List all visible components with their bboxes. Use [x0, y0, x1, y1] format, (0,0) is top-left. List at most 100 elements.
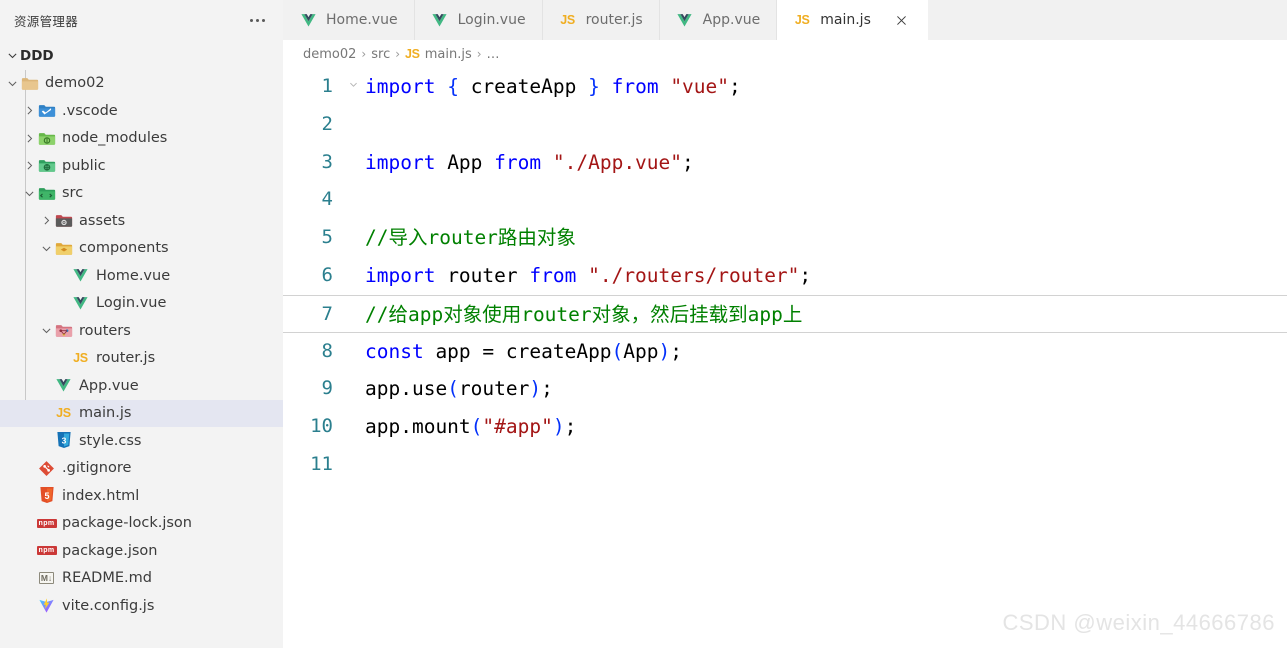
tree-row-assets[interactable]: assets	[0, 207, 283, 235]
editor-tab-home-vue[interactable]: Home.vue	[283, 0, 415, 40]
code-line-7[interactable]: 7 //给app对象使用router对象，然后挂载到app上	[283, 294, 1287, 333]
vue-icon	[431, 11, 449, 29]
chevron-right-icon[interactable]	[21, 158, 37, 174]
tree-row-workspace-root[interactable]: DDD	[0, 42, 283, 70]
chevron-down-icon[interactable]	[38, 323, 54, 339]
git-icon	[37, 459, 56, 478]
tree-row-label: demo02	[45, 75, 105, 92]
code-text: const app = createApp(App);	[365, 339, 683, 363]
tree-row-login-vue[interactable]: Login.vue	[0, 290, 283, 318]
breadcrumb-item-mainjs[interactable]: JS main.js	[405, 47, 472, 62]
tree-root-label: DDD	[20, 47, 54, 64]
chevron-down-icon[interactable]	[38, 240, 54, 256]
tree-row-label: package-lock.json	[62, 515, 192, 532]
tree-row--vscode[interactable]: .vscode	[0, 97, 283, 125]
tree-row-label: style.css	[79, 432, 142, 449]
code-line-9[interactable]: 9 app.use(router);	[283, 370, 1287, 408]
code-text: //导入router路由对象	[365, 226, 576, 250]
breadcrumb-item-src[interactable]: src	[371, 47, 390, 62]
tree-row-router-js[interactable]: JS router.js	[0, 345, 283, 373]
breadcrumb-separator-icon: ›	[476, 47, 482, 61]
chevron-right-icon[interactable]	[21, 103, 37, 119]
tree-row--gitignore[interactable]: .gitignore	[0, 455, 283, 483]
breadcrumb-label: demo02	[303, 46, 357, 62]
code-line-1[interactable]: 1 import { createApp } from "vue";	[283, 68, 1287, 106]
tab-bar-empty-space	[928, 0, 1287, 40]
chevron-down-icon[interactable]	[4, 48, 20, 64]
tree-row-readme-md[interactable]: M↓ README.md	[0, 565, 283, 593]
tree-row-label: node_modules	[62, 130, 168, 147]
tree-row-index-html[interactable]: 5 index.html	[0, 482, 283, 510]
chevron-right-icon[interactable]	[38, 213, 54, 229]
tree-row-label: package.json	[62, 542, 158, 559]
tree-row-routers[interactable]: routers	[0, 317, 283, 345]
vue-icon	[299, 11, 317, 29]
tree-row-label: components	[79, 240, 169, 257]
fold-chevron-down-icon[interactable]	[345, 68, 361, 90]
tree-row-src[interactable]: src	[0, 180, 283, 208]
line-number: 6	[321, 263, 333, 286]
routers-folder-icon	[54, 321, 73, 340]
tree-row-label: Login.vue	[96, 295, 167, 312]
csdn-watermark: CSDN @weixin_44666786	[1002, 610, 1275, 635]
code-line-2[interactable]: 2	[283, 106, 1287, 144]
vscode-folder-icon	[37, 101, 56, 120]
editor-tab-label: Login.vue	[457, 12, 526, 28]
chevron-down-icon[interactable]	[4, 75, 20, 91]
chevron-right-icon[interactable]	[21, 130, 37, 146]
editor-tab-router-js[interactable]: JS router.js	[543, 0, 660, 40]
breadcrumb: demo02 › src › JS main.js › …	[283, 40, 1287, 68]
code-line-11[interactable]: 11	[283, 446, 1287, 484]
chevron-down-icon[interactable]	[21, 185, 37, 201]
code-line-3[interactable]: 3 import App from "./App.vue";	[283, 144, 1287, 182]
vue-icon	[71, 294, 90, 313]
tree-row-package-lock-json[interactable]: npm package-lock.json	[0, 510, 283, 538]
line-number: 9	[321, 377, 333, 400]
tree-row-label: README.md	[62, 570, 152, 587]
tree-row-style-css[interactable]: 3 style.css	[0, 427, 283, 455]
tree-row-demo02[interactable]: demo02	[0, 70, 283, 98]
code-line-6[interactable]: 6 import router from "./routers/router";	[283, 257, 1287, 295]
tree-row-label: Home.vue	[96, 267, 171, 284]
close-icon[interactable]	[892, 10, 912, 30]
vite-icon	[37, 596, 56, 615]
line-number: 3	[321, 150, 333, 173]
tree-row-vite-config-js[interactable]: vite.config.js	[0, 592, 283, 620]
tree-row-app-vue[interactable]: App.vue	[0, 372, 283, 400]
breadcrumb-separator-icon: ›	[361, 47, 367, 61]
line-number: 4	[321, 188, 333, 211]
code-editor[interactable]: 1 import { createApp } from "vue"; 2 3 impor…	[283, 68, 1287, 648]
tree-row-home-vue[interactable]: Home.vue	[0, 262, 283, 290]
editor-tab-bar: Home.vue Login.vue JS router.js App.vue JS mai…	[283, 0, 1287, 40]
code-line-10[interactable]: 10 app.mount("#app");	[283, 408, 1287, 446]
code-text: app.mount("#app");	[365, 415, 577, 439]
svg-text:5: 5	[44, 491, 49, 501]
npm-icon: npm	[36, 546, 57, 556]
tree-row-public[interactable]: public	[0, 152, 283, 180]
editor-tab-login-vue[interactable]: Login.vue	[415, 0, 543, 40]
editor-tab-main-js[interactable]: JS main.js	[777, 0, 929, 40]
js-icon: JS	[794, 13, 810, 27]
tree-row-components[interactable]: components	[0, 235, 283, 263]
tree-row-main-js[interactable]: JS main.js	[0, 399, 283, 427]
vue-icon	[54, 376, 73, 395]
explorer-more-actions-icon[interactable]	[246, 15, 269, 26]
file-tree: DDD demo02 .vscode node_modulespublic src as…	[0, 40, 283, 620]
tree-row-package-json[interactable]: npm package.json	[0, 537, 283, 565]
js-icon: JS	[560, 13, 575, 27]
breadcrumb-item-overflow[interactable]: …	[487, 47, 500, 62]
css-icon: 3	[54, 431, 73, 450]
code-line-4[interactable]: 4	[283, 181, 1287, 219]
tree-row-node-modules[interactable]: node_modules	[0, 125, 283, 153]
code-line-5[interactable]: 5 //导入router路由对象	[283, 219, 1287, 257]
code-text: app.use(router);	[365, 377, 553, 401]
code-line-8[interactable]: 8 const app = createApp(App);	[283, 333, 1287, 371]
tree-row-label: main.js	[79, 405, 132, 422]
breadcrumb-item-demo02[interactable]: demo02	[303, 47, 356, 62]
editor-tab-app-vue[interactable]: App.vue	[660, 0, 778, 40]
